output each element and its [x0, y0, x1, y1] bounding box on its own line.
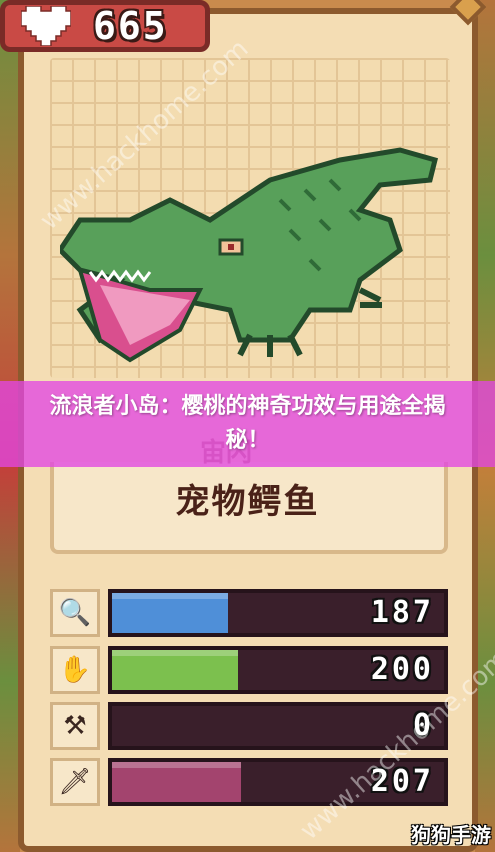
hand-icon: ✋: [50, 646, 100, 694]
health-badge: 665: [0, 0, 210, 52]
heart-icon: [20, 5, 72, 47]
stat-bar: 200: [108, 646, 448, 694]
stat-fill: [112, 593, 229, 633]
creature-name: 宠物鳄鱼: [175, 482, 320, 522]
stat-value: 200: [370, 652, 434, 687]
magnifier-icon: 🔍: [50, 589, 100, 637]
stat-bar: 187: [108, 589, 448, 637]
health-value: 665: [93, 4, 168, 48]
site-logo: 狗狗手游: [411, 823, 491, 847]
banner-title: 流浪者小岛：樱桃的神奇功效与用途全揭秘！: [49, 394, 446, 453]
article-banner: 流浪者小岛：樱桃的神奇功效与用途全揭秘！: [0, 381, 495, 467]
hammer-icon: ⚒: [50, 702, 100, 750]
stat-row-hand: ✋ 200: [50, 646, 450, 694]
stat-value: 187: [370, 595, 434, 630]
stat-fill: [112, 650, 239, 690]
stat-row-search: 🔍 187: [50, 589, 450, 637]
stat-fill: [112, 762, 242, 802]
sword-icon: 🗡: [50, 758, 100, 806]
